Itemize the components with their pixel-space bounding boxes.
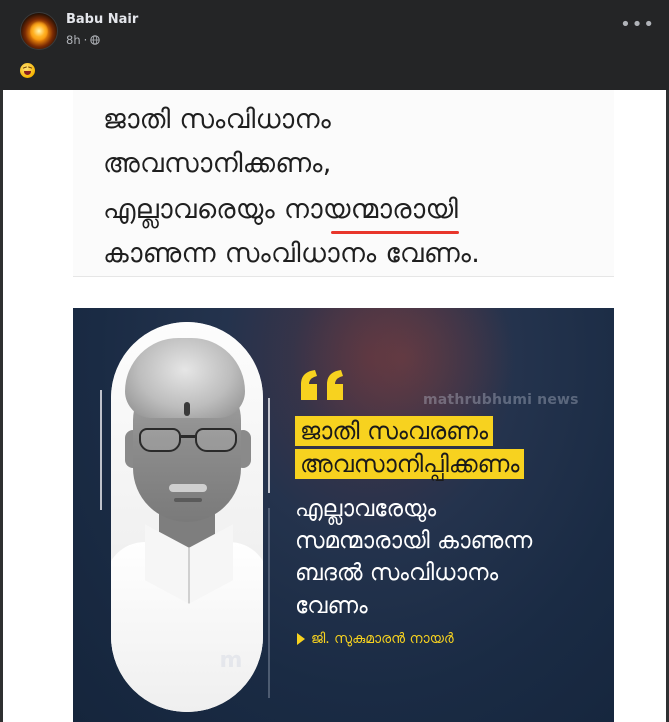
- portrait-mustache: [169, 484, 207, 492]
- channel-watermark: mathrubhumi news: [423, 392, 579, 408]
- decor-line-left: [100, 390, 102, 510]
- highlight-line-2: അവസാനിപ്പിക്കണം: [295, 449, 525, 479]
- post-meta: 8h ·: [66, 33, 100, 47]
- body-line-2: സമന്മാരായി കാണുന്ന: [295, 528, 533, 554]
- glasses-lens-left: [139, 428, 181, 452]
- author-avatar[interactable]: [20, 12, 58, 50]
- emoji-mouth: [24, 71, 31, 75]
- play-triangle-icon: [297, 633, 305, 645]
- globe-icon: [90, 35, 100, 45]
- post-header: Babu Nair 8h · •••: [0, 0, 669, 90]
- post-time[interactable]: 8h: [66, 33, 81, 47]
- text-line-2: അവസാനിക്കണം,: [103, 148, 332, 179]
- text-image-panel: ജാതി സംവിധാനം അവസാനിക്കണം, എല്ലാവരെയും ന…: [73, 90, 614, 277]
- body-line-4: വേണം: [295, 593, 368, 619]
- meta-separator: ·: [83, 33, 88, 47]
- quote-mark-icon: [301, 370, 343, 400]
- channel-logo: m: [219, 648, 243, 673]
- text-line-3: എല്ലാവരെയും നായന്മാരായി: [103, 194, 459, 225]
- highlight-line-1: ജാതി സംവരണം: [295, 416, 494, 446]
- author-name[interactable]: Babu Nair: [66, 12, 138, 27]
- more-options-button[interactable]: •••: [620, 16, 655, 34]
- portrait-glasses: [139, 428, 239, 454]
- text-line-4: കാണുന്ന സംവിധാനം വേണം.: [103, 238, 481, 269]
- portrait-mouth: [174, 498, 202, 502]
- left-border: [0, 90, 3, 722]
- glasses-lens-right: [195, 428, 237, 452]
- body-line-1: എല്ലാവരേയും: [295, 496, 437, 522]
- caption-emoji: [20, 63, 35, 78]
- emoji-eye-right: [27, 66, 33, 70]
- decor-line-right-top: [268, 398, 270, 493]
- attribution-name: ജി. സുകുമാരൻ നായർ: [311, 631, 454, 647]
- red-underline: [331, 231, 459, 234]
- news-quote-card: mathrubhumi news m ജാതി സംവരണം അവസാനിപ്പ…: [73, 308, 614, 722]
- text-line-1: ജാതി സംവിധാനം: [103, 104, 332, 135]
- decor-line-right-bottom: [268, 508, 270, 698]
- body-line-3: ബദൽ സംവിധാനം: [295, 560, 499, 586]
- quote-attribution: ജി. സുകുമാരൻ നായർ: [297, 631, 454, 647]
- portrait-tilak: [184, 402, 190, 416]
- avatar-image: [30, 21, 48, 41]
